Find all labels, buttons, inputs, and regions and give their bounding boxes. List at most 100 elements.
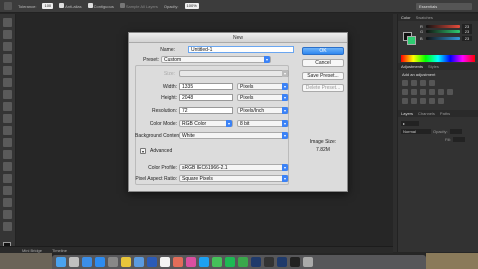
resolution-unit-select[interactable]: Pixels/Inch ▾ bbox=[237, 107, 289, 114]
selective-color-icon[interactable] bbox=[438, 98, 444, 104]
size-select[interactable]: ▾ bbox=[179, 70, 289, 77]
anti-alias-checkbox[interactable]: Anti-alias bbox=[59, 3, 82, 9]
bw-icon[interactable] bbox=[429, 89, 435, 95]
tab-channels[interactable]: Channels bbox=[418, 111, 435, 116]
chrome-icon[interactable] bbox=[121, 257, 131, 267]
photoshop-icon[interactable] bbox=[251, 257, 261, 267]
hue-sat-icon[interactable] bbox=[411, 89, 417, 95]
shape-tool-icon[interactable] bbox=[3, 222, 12, 231]
finder-icon[interactable] bbox=[56, 257, 66, 267]
layer-opacity-input[interactable] bbox=[449, 128, 462, 134]
tab-mini-bridge[interactable]: Mini Bridge bbox=[22, 248, 42, 253]
invert-icon[interactable] bbox=[402, 98, 408, 104]
history-brush-tool-icon[interactable] bbox=[3, 126, 12, 135]
workspace-select[interactable]: Essentials bbox=[416, 3, 472, 10]
brush-tool-icon[interactable] bbox=[3, 102, 12, 111]
gradient-map-icon[interactable] bbox=[429, 98, 435, 104]
slider-r[interactable]: R 23 bbox=[398, 21, 478, 29]
tab-color[interactable]: Color bbox=[401, 15, 411, 20]
color-bg-swatch[interactable] bbox=[407, 36, 416, 45]
tab-styles[interactable]: Styles bbox=[428, 64, 439, 69]
magic-wand-tool-icon[interactable] bbox=[4, 2, 12, 10]
contiguous-checkbox[interactable]: Contiguous bbox=[87, 3, 114, 9]
photo-filter-icon[interactable] bbox=[438, 89, 444, 95]
launchpad-icon[interactable] bbox=[69, 257, 79, 267]
bridge-icon[interactable] bbox=[264, 257, 274, 267]
layer-fill-input[interactable] bbox=[453, 136, 466, 142]
path-select-tool-icon[interactable] bbox=[3, 210, 12, 219]
photoshop-icon-2[interactable] bbox=[277, 257, 287, 267]
delete-preset-button[interactable]: Delete Preset... bbox=[302, 84, 344, 92]
blend-mode-select[interactable]: Normal bbox=[401, 128, 431, 134]
pen-tool-icon[interactable] bbox=[3, 186, 12, 195]
marquee-tool-icon[interactable] bbox=[3, 30, 12, 39]
word-icon[interactable] bbox=[147, 257, 157, 267]
color-profile-select[interactable]: sRGB IEC61966-2.1 ▾ bbox=[179, 164, 289, 171]
resolution-input[interactable]: 72 bbox=[179, 107, 233, 114]
trash-icon[interactable] bbox=[303, 257, 313, 267]
curves-icon[interactable] bbox=[420, 80, 426, 86]
save-preset-button[interactable]: Save Preset... bbox=[302, 72, 344, 80]
blur-tool-icon[interactable] bbox=[3, 162, 12, 171]
healing-tool-icon[interactable] bbox=[3, 90, 12, 99]
tolerance-input[interactable]: 100 bbox=[42, 3, 54, 9]
itunes-icon[interactable] bbox=[186, 257, 196, 267]
brightness-icon[interactable] bbox=[402, 80, 408, 86]
height-unit-select[interactable]: Pixels ▾ bbox=[237, 94, 289, 101]
posterize-icon[interactable] bbox=[411, 98, 417, 104]
opacity-input[interactable]: 100% bbox=[184, 3, 199, 9]
cancel-button[interactable]: Cancel bbox=[302, 59, 344, 67]
eraser-tool-icon[interactable] bbox=[3, 138, 12, 147]
app-store-icon[interactable] bbox=[95, 257, 105, 267]
calendar-icon[interactable] bbox=[160, 257, 170, 267]
preset-select[interactable]: Custom ▾ bbox=[161, 56, 271, 63]
safari-icon[interactable] bbox=[82, 257, 92, 267]
levels-icon[interactable] bbox=[411, 80, 417, 86]
tab-layers[interactable]: Layers bbox=[401, 111, 413, 116]
rocket-icon[interactable] bbox=[108, 257, 118, 267]
stamp-tool-icon[interactable] bbox=[3, 114, 12, 123]
tab-paths[interactable]: Paths bbox=[440, 111, 450, 116]
photos-icon[interactable] bbox=[173, 257, 183, 267]
eyedropper-tool-icon[interactable] bbox=[3, 78, 12, 87]
advanced-toggle-icon[interactable]: ▾ bbox=[140, 148, 146, 154]
name-input[interactable]: Untitled-1 bbox=[188, 46, 294, 53]
gradient-tool-icon[interactable] bbox=[3, 150, 12, 159]
width-unit-select[interactable]: Pixels ▾ bbox=[237, 83, 289, 90]
crop-tool-icon[interactable] bbox=[3, 66, 12, 75]
lasso-tool-icon[interactable] bbox=[3, 42, 12, 51]
layer-kind-select[interactable]: ▸ bbox=[401, 120, 419, 126]
quick-select-tool-icon[interactable] bbox=[3, 54, 12, 63]
twitter-icon[interactable] bbox=[199, 257, 209, 267]
color-spectrum[interactable] bbox=[401, 55, 475, 62]
channel-mixer-icon[interactable] bbox=[447, 89, 453, 95]
spotify-icon[interactable] bbox=[225, 257, 235, 267]
tab-swatches[interactable]: Swatches bbox=[416, 15, 433, 20]
width-input[interactable]: 1335 bbox=[179, 83, 233, 90]
preset-label: Preset: bbox=[143, 57, 159, 63]
facetime-icon[interactable] bbox=[238, 257, 248, 267]
threshold-icon[interactable] bbox=[420, 98, 426, 104]
color-balance-icon[interactable] bbox=[420, 89, 426, 95]
image-size-value: 7.82M bbox=[316, 147, 330, 153]
type-tool-icon[interactable] bbox=[3, 198, 12, 207]
bit-depth-select[interactable]: 8 bit ▾ bbox=[237, 120, 289, 127]
mail-icon[interactable] bbox=[134, 257, 144, 267]
terminal-icon[interactable] bbox=[290, 257, 300, 267]
tab-timeline[interactable]: Timeline bbox=[52, 248, 67, 253]
dodge-tool-icon[interactable] bbox=[3, 174, 12, 183]
tab-adjustments[interactable]: Adjustments bbox=[401, 64, 423, 69]
background-contents-select[interactable]: White ▾ bbox=[179, 132, 289, 139]
layers-panel: ▸ Normal Opacity: Fill: bbox=[398, 117, 478, 217]
sample-all-layers-checkbox[interactable]: Sample All Layers bbox=[119, 3, 158, 9]
messages-icon[interactable] bbox=[212, 257, 222, 267]
pixel-aspect-select[interactable]: Square Pixels ▾ bbox=[179, 175, 289, 182]
vibrance-icon[interactable] bbox=[402, 89, 408, 95]
ok-button[interactable]: OK bbox=[302, 47, 344, 55]
move-tool-icon[interactable] bbox=[3, 18, 12, 27]
exposure-icon[interactable] bbox=[429, 80, 435, 86]
tolerance-label: Tolerance: bbox=[18, 3, 37, 9]
color-panel-tabs: Color Swatches bbox=[398, 14, 478, 21]
height-input[interactable]: 2048 bbox=[179, 94, 233, 101]
color-mode-select[interactable]: RGB Color ▾ bbox=[179, 120, 233, 127]
